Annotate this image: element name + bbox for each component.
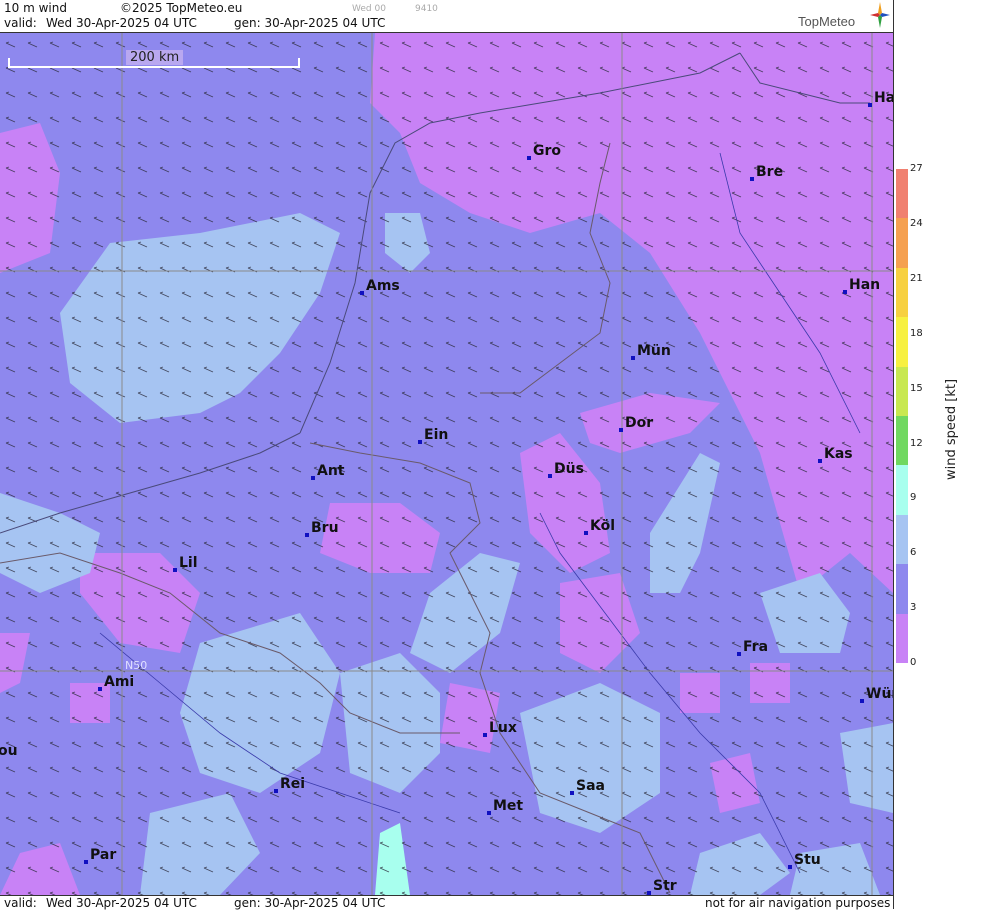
city-label: Ha [874,90,896,106]
city-label: Rei [280,776,306,792]
city-dot [98,687,102,691]
wind-arrows-layer [0,33,893,895]
city-label: Lux [489,720,517,736]
city-dot [737,652,741,656]
wind-field-svg [0,33,893,895]
city-label: Bru [311,520,339,536]
city-dot [548,474,552,478]
legend-color-segment [896,564,908,615]
city-label: Stu [794,852,821,868]
legend-color-segment [896,169,908,219]
city-dot [584,531,588,535]
legend-color-bar [896,169,908,664]
city-dot [274,789,278,793]
valid-label: valid: [4,16,37,30]
city-label: ou [0,743,18,759]
city-dot [631,356,635,360]
logo-text: TopMeteo [798,14,856,29]
run-label: Wed 00 [352,4,386,14]
legend-color-segment [896,317,908,368]
code-label: 9410 [415,4,438,14]
city-label: Dor [625,415,654,431]
city-label: Bre [756,164,784,180]
compass-star-icon [870,2,890,28]
legend-color-segment [896,267,908,318]
legend-tick-label: 0 [910,657,917,669]
disclaimer-text: not for air navigation purposes [705,896,891,910]
scale-bar-label: 200 km [126,50,184,65]
legend-tick-label: 9 [910,492,917,504]
map-footer: valid: Wed 30-Apr-2025 04 UTC gen: 30-Ap… [0,895,893,910]
legend-color-segment [896,416,908,466]
city-dot [750,177,754,181]
legend-tick-label: 12 [910,437,923,449]
city-label: Gro [533,143,562,159]
wind-map[interactable] [0,33,893,895]
city-label: Saa [576,778,605,794]
legend-tick-label: 24 [910,217,923,229]
footer-valid-label: valid: [4,896,37,910]
city-dot [843,290,847,294]
legend-color-segment [896,613,908,664]
legend-color-segment [896,514,908,565]
city-dot [788,865,792,869]
map-header: 10 m wind ©2025 TopMeteo.eu Wed 00 9410 … [0,0,893,33]
city-label: Mün [637,343,671,359]
legend-color-segment [896,218,908,269]
city-label: Ami [104,674,135,690]
city-dot [311,476,315,480]
city-dot [487,811,491,815]
footer-generated-time: gen: 30-Apr-2025 04 UTC [234,896,386,910]
city-dot [527,156,531,160]
legend-tick-label: 3 [910,602,917,614]
legend-tick-label: 15 [910,382,923,394]
valid-time: Wed 30-Apr-2025 04 UTC [46,16,197,30]
city-dot [173,568,177,572]
legend-tick-label: 21 [910,272,923,284]
city-label: Ein [424,427,449,443]
legend-unit-label: wind speed [kt] [944,378,959,480]
topmeteo-logo: TopMeteo [798,2,890,30]
wind-speed-legend: 27 24 21 18 15 12 9 6 3 0 wind speed [kt] [893,0,983,909]
city-label: Str [653,878,677,894]
city-dot [860,699,864,703]
city-label: Met [493,798,524,814]
city-dot [818,459,822,463]
city-label: Fra [743,639,769,655]
city-dot [360,291,364,295]
city-label: Kas [824,446,853,462]
city-label: Han [849,277,881,293]
legend-tick-label: 27 [910,163,923,174]
legend-color-segment [896,366,908,417]
city-dot [570,791,574,795]
legend-tick-label: 6 [910,547,917,559]
city-label: Lil [179,555,198,571]
city-dot [619,428,623,432]
city-dot [84,860,88,864]
city-label: Düs [554,461,584,477]
copyright-text: ©2025 TopMeteo.eu [120,1,243,15]
legend-color-segment [896,465,908,516]
city-dot [483,733,487,737]
city-label: Köl [590,518,616,534]
legend-tick-label: 18 [910,327,923,339]
city-label: Par [90,847,117,863]
latitude-label: N50 [125,659,148,672]
scale-bar: 200 km [8,50,300,70]
footer-valid-time: Wed 30-Apr-2025 04 UTC [46,896,197,910]
product-title: 10 m wind [4,1,67,15]
generated-time: gen: 30-Apr-2025 04 UTC [234,16,386,30]
city-label: Ams [366,278,400,294]
city-dot [305,533,309,537]
city-label: Ant [317,463,345,479]
city-dot [418,440,422,444]
city-dot [868,103,872,107]
